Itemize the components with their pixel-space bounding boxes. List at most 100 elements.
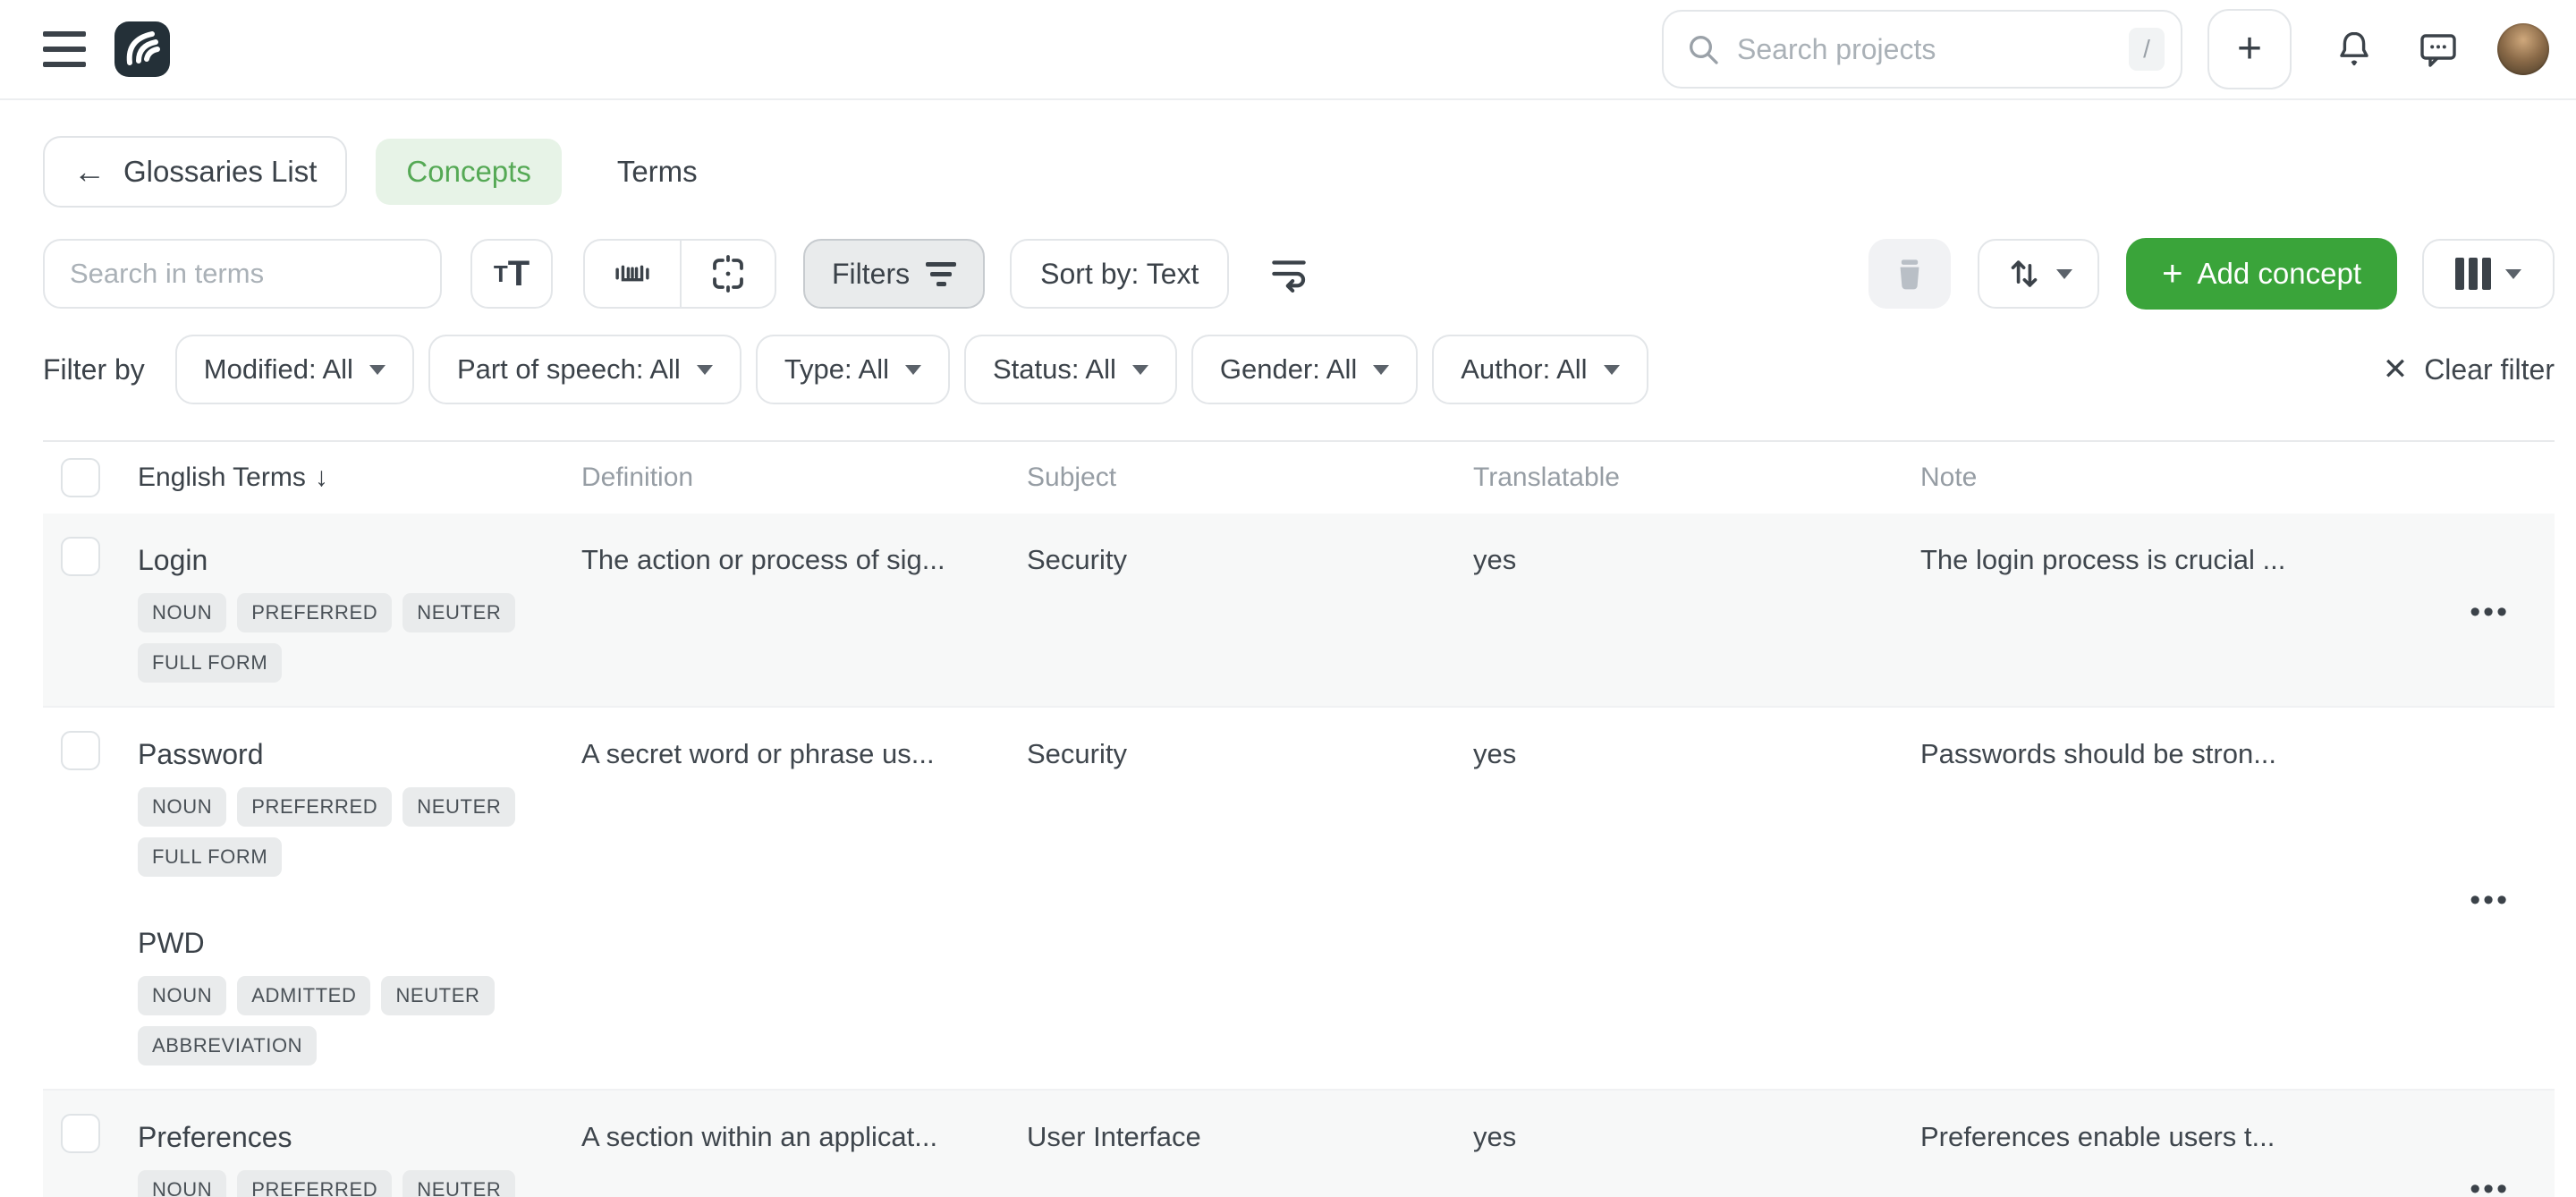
row-checkbox[interactable] <box>61 731 100 770</box>
filter-by-label: Filter by <box>43 353 145 386</box>
keyboard-shortcut-badge: / <box>2129 28 2165 71</box>
term-title: Login <box>138 537 581 577</box>
table-row: Preferences NOUN PREFERRED NEUTER FULL F… <box>43 1091 2555 1197</box>
filter-gender-dropdown[interactable]: Gender: All <box>1191 335 1418 404</box>
term-tag: PREFERRED <box>237 1170 392 1197</box>
toolbar-right: + Add concept <box>1868 238 2555 310</box>
term-tag: NOUN <box>138 1170 226 1197</box>
exact-match-button[interactable] <box>680 241 775 307</box>
user-avatar[interactable] <box>2497 23 2549 75</box>
term-tag: NEUTER <box>381 976 494 1015</box>
close-icon: ✕ <box>2383 354 2409 385</box>
term-block: PWD NOUN ADMITTED NEUTER ABBREVIATION <box>138 920 581 1065</box>
table-header: English Terms ↓ Definition Subject Trans… <box>43 442 2555 514</box>
columns-icon <box>2455 258 2491 290</box>
term-tag: NOUN <box>138 787 226 827</box>
chevron-down-icon <box>1604 365 1620 375</box>
select-all-checkbox[interactable] <box>61 458 100 497</box>
column-header-english-terms[interactable]: English Terms ↓ <box>138 463 581 493</box>
search-projects-input[interactable] <box>1737 33 2129 66</box>
filter-modified-dropdown[interactable]: Modified: All <box>175 335 414 404</box>
subject-cell: Security <box>1027 731 1473 1065</box>
term-tag: NOUN <box>138 593 226 632</box>
whole-word-icon <box>612 253 653 294</box>
back-to-glossaries-button[interactable]: ← Glossaries List <box>43 136 347 208</box>
chevron-down-icon <box>1132 365 1148 375</box>
topbar: / + <box>0 0 2576 100</box>
hamburger-menu-icon[interactable] <box>43 31 86 67</box>
concepts-toolbar: TT Filters <box>0 238 2576 310</box>
glossary-tabs: ← Glossaries List Concepts Terms <box>0 136 2576 208</box>
whole-word-button[interactable] <box>585 241 680 307</box>
term-title: Preferences <box>138 1114 581 1154</box>
row-actions-menu[interactable]: ••• <box>2470 1114 2555 1197</box>
back-button-label: Glossaries List <box>123 155 317 189</box>
term-tag: NEUTER <box>402 787 515 827</box>
definition-cell: The action or process of sig... <box>581 537 1027 683</box>
filter-type-dropdown[interactable]: Type: All <box>756 335 950 404</box>
term-title: PWD <box>138 920 581 960</box>
term-tags: NOUN PREFERRED NEUTER FULL FORM <box>138 1170 522 1197</box>
tab-terms[interactable]: Terms <box>587 139 728 205</box>
add-concept-button[interactable]: + Add concept <box>2126 238 2397 310</box>
filter-status-dropdown[interactable]: Status: All <box>964 335 1177 404</box>
search-icon <box>1685 31 1721 67</box>
notifications-bell-icon[interactable] <box>2333 28 2376 71</box>
subject-cell: Security <box>1027 537 1473 683</box>
note-cell: Preferences enable users t... <box>1920 1114 2469 1197</box>
term-tag: PREFERRED <box>237 593 392 632</box>
term-tags: NOUN PREFERRED NEUTER FULL FORM <box>138 787 522 877</box>
exact-match-icon <box>707 252 750 295</box>
search-projects-field[interactable]: / <box>1662 10 2182 89</box>
chevron-down-icon <box>697 365 713 375</box>
table-row: Password NOUN PREFERRED NEUTER FULL FORM… <box>43 708 2555 1091</box>
clear-filter-label: Clear filter <box>2424 353 2555 386</box>
term-tag: FULL FORM <box>138 837 282 877</box>
term-tag: FULL FORM <box>138 643 282 683</box>
wrap-lines-icon <box>1267 251 1311 296</box>
chevron-down-icon <box>905 365 921 375</box>
term-block: Preferences NOUN PREFERRED NEUTER FULL F… <box>138 1114 581 1197</box>
trash-icon <box>1890 254 1929 293</box>
row-actions-menu[interactable]: ••• <box>2470 731 2555 1065</box>
search-in-terms-input[interactable] <box>43 239 442 309</box>
column-header-definition: Definition <box>581 463 1027 493</box>
row-checkbox[interactable] <box>61 537 100 576</box>
messages-icon[interactable] <box>2417 28 2460 71</box>
filter-row: Filter by Modified: All Part of speech: … <box>0 335 2576 404</box>
term-tag: NOUN <box>138 976 226 1015</box>
concepts-table: English Terms ↓ Definition Subject Trans… <box>43 440 2555 1197</box>
translatable-cell: yes <box>1473 537 1920 683</box>
filter-lines-icon <box>926 262 956 286</box>
columns-dropdown-button[interactable] <box>2422 239 2555 309</box>
app-logo-icon[interactable] <box>114 21 170 77</box>
row-actions-menu[interactable]: ••• <box>2470 537 2555 683</box>
translatable-cell: yes <box>1473 731 1920 1065</box>
row-checkbox[interactable] <box>61 1114 100 1153</box>
chevron-down-icon <box>1373 365 1389 375</box>
plus-icon: + <box>2162 256 2182 292</box>
term-tag: ABBREVIATION <box>138 1026 317 1065</box>
column-header-translatable: Translatable <box>1473 463 1920 493</box>
filters-button-label: Filters <box>832 258 910 291</box>
reorder-dropdown-button[interactable] <box>1978 239 2099 309</box>
create-project-button[interactable]: + <box>2207 9 2292 89</box>
note-cell: The login process is crucial ... <box>1920 537 2469 683</box>
tab-concepts[interactable]: Concepts <box>376 139 561 205</box>
note-cell: Passwords should be stron... <box>1920 731 2469 1065</box>
filter-part-of-speech-dropdown[interactable]: Part of speech: All <box>428 335 741 404</box>
filter-author-dropdown[interactable]: Author: All <box>1432 335 1648 404</box>
delete-button[interactable] <box>1868 239 1951 309</box>
term-tags: NOUN PREFERRED NEUTER FULL FORM <box>138 593 522 683</box>
clear-filter-button[interactable]: ✕ Clear filter <box>2383 353 2555 386</box>
filters-button[interactable]: Filters <box>803 239 985 309</box>
sort-desc-icon: ↓ <box>315 463 328 493</box>
match-case-button[interactable]: TT <box>470 239 553 309</box>
term-tag: PREFERRED <box>237 787 392 827</box>
match-case-icon: T <box>494 260 508 288</box>
wrap-lines-button[interactable] <box>1267 251 1311 296</box>
sort-by-button[interactable]: Sort by: Text <box>1010 239 1229 309</box>
table-row: Login NOUN PREFERRED NEUTER FULL FORM Th… <box>43 514 2555 708</box>
term-block: Login NOUN PREFERRED NEUTER FULL FORM <box>138 537 581 683</box>
add-concept-label: Add concept <box>2198 257 2361 291</box>
